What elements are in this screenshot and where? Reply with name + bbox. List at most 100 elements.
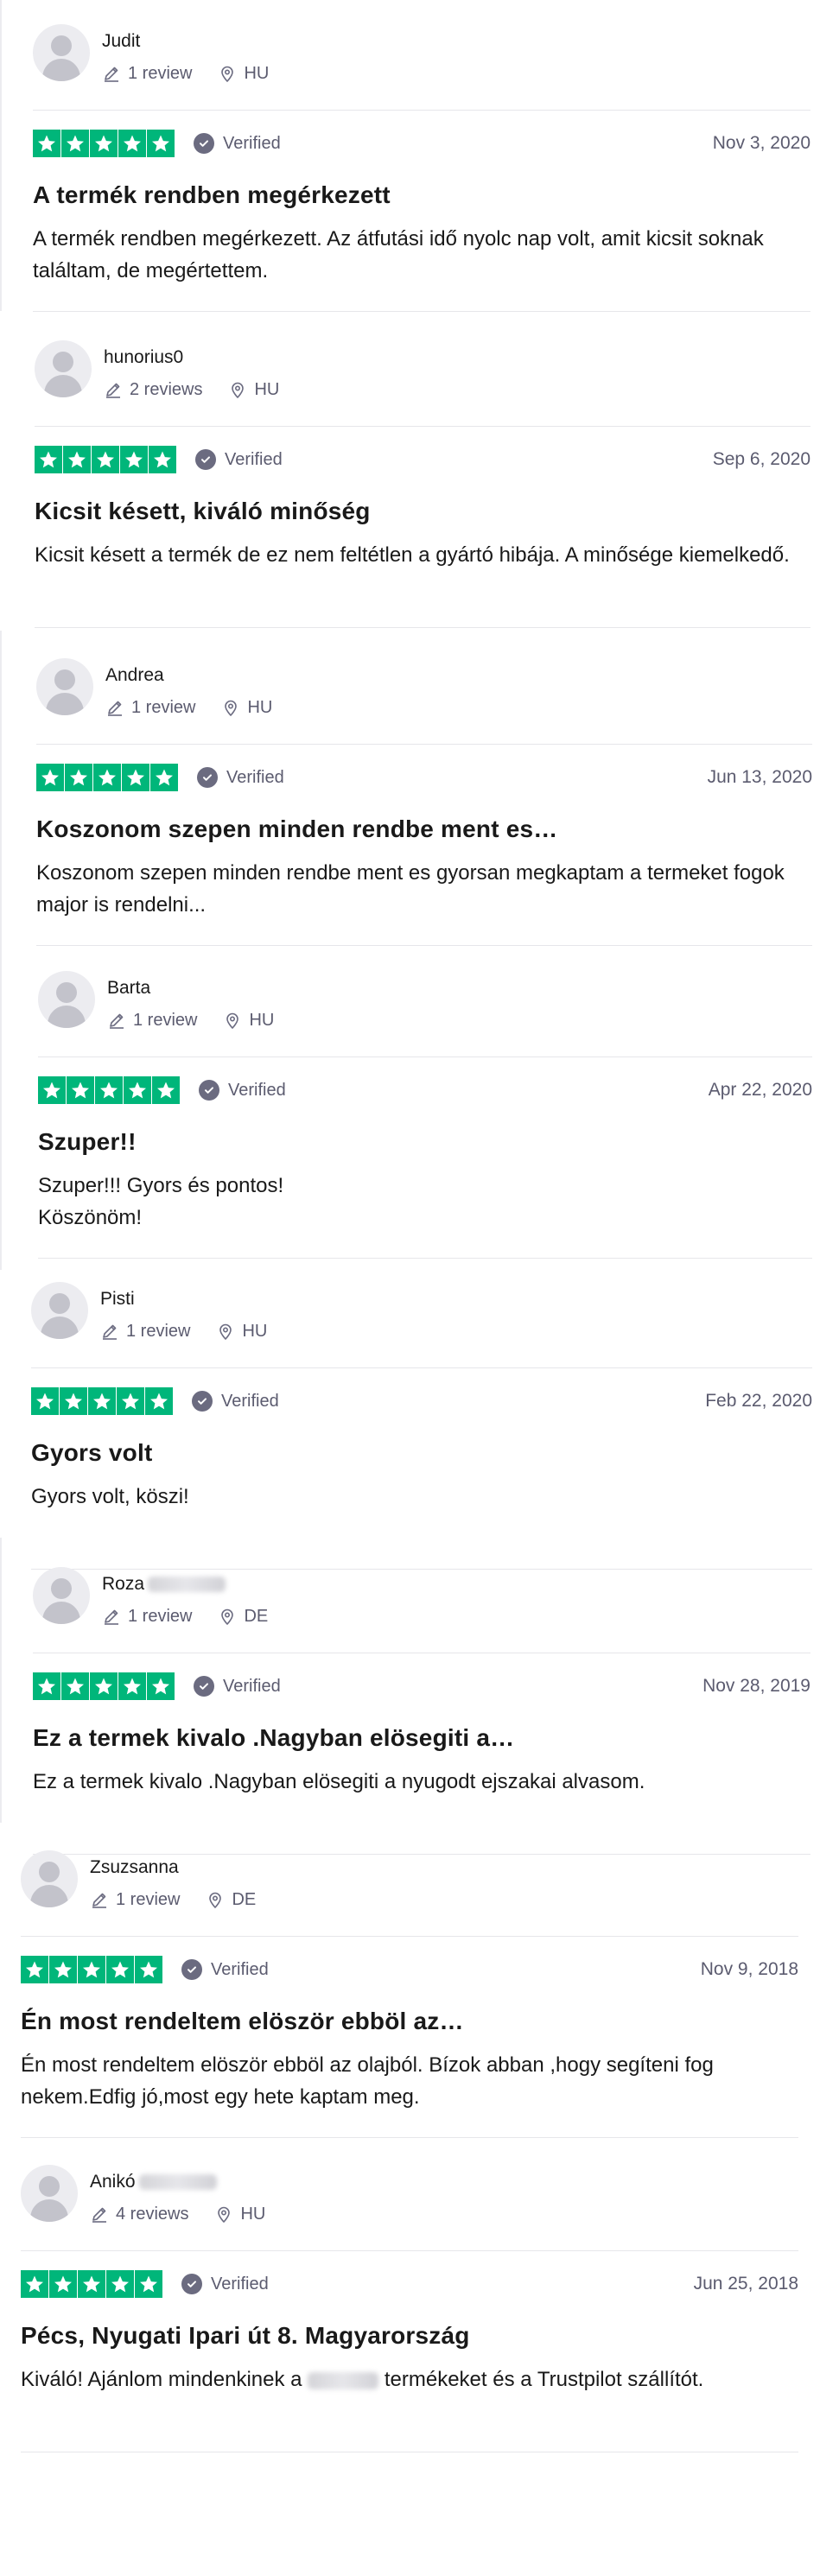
- divider: [38, 1056, 812, 1057]
- pencil-icon: [102, 64, 121, 83]
- review-title[interactable]: Ez a termek kivalo .Nagyban elösegiti a…: [33, 1724, 514, 1752]
- user-avatar-icon[interactable]: [21, 1850, 78, 1907]
- review-title[interactable]: Pécs, Nyugati Ipari út 8. Magyarország: [21, 2322, 470, 2350]
- reviewer-name[interactable]: Zsuzsanna: [90, 1857, 179, 1878]
- divider: [33, 311, 810, 312]
- review-date: Nov 3, 2020: [712, 133, 810, 153]
- verified-badge[interactable]: Verified: [199, 1080, 286, 1101]
- country-code: HU: [249, 1011, 275, 1030]
- reviewer-name[interactable]: Judit: [102, 31, 140, 52]
- pencil-icon: [105, 698, 124, 717]
- star-icon: [78, 1956, 105, 1983]
- pencil-icon: [100, 1322, 119, 1341]
- review-date: Nov 28, 2019: [702, 1676, 810, 1696]
- verified-badge[interactable]: Verified: [181, 1959, 269, 1980]
- star-icon: [21, 2270, 48, 2298]
- review-count: 1 review: [133, 1011, 198, 1030]
- verified-label: Verified: [223, 1676, 281, 1696]
- star-icon: [135, 1956, 162, 1983]
- redacted-brand: [308, 2371, 379, 2389]
- review-card: Anikó 4 reviews HU Verified Jun 25, 2018 Pécs…: [0, 2141, 820, 2459]
- review-title[interactable]: Én most rendeltem elöször ebböl az…: [21, 2008, 464, 2035]
- user-avatar-icon[interactable]: [33, 24, 90, 81]
- review-body-part: Kiváló! Ajánlom mindenkinek a: [21, 2368, 308, 2391]
- star-icon: [65, 764, 92, 791]
- reviewer-name[interactable]: Andrea: [105, 665, 164, 686]
- checkmark-circle-icon: [199, 1080, 219, 1101]
- star-icon: [49, 2270, 77, 2298]
- star-icon: [106, 2270, 134, 2298]
- review-title[interactable]: Koszonom szepen minden rendbe ment es…: [36, 815, 557, 843]
- star-rating: [36, 764, 179, 791]
- review-title[interactable]: Gyors volt: [31, 1439, 152, 1467]
- checkmark-circle-icon: [195, 449, 216, 470]
- reviewer-location: DE: [218, 1607, 268, 1626]
- review-count: 1 review: [128, 1607, 193, 1626]
- reviewer-meta: 1 review HU: [105, 698, 272, 717]
- review-card: Judit 1 review HU Verified Nov 3, 2020 A term…: [0, 0, 820, 318]
- user-avatar-icon[interactable]: [21, 2165, 78, 2222]
- pencil-icon: [107, 1011, 126, 1030]
- redacted-surname: [138, 2174, 217, 2191]
- location-pin-icon: [218, 1607, 237, 1626]
- reviewer-meta: 1 review HU: [102, 64, 269, 83]
- divider: [31, 1367, 812, 1368]
- reviewer-name-text[interactable]: Judit: [102, 31, 140, 51]
- review-count: 4 reviews: [116, 2205, 189, 2224]
- country-code: DE: [244, 1607, 269, 1626]
- rating-row: Verified Nov 9, 2018: [21, 1956, 798, 1983]
- review-card: hunorius0 2 reviews HU Verified Sep 6, 2020 K…: [0, 316, 820, 634]
- verified-badge[interactable]: Verified: [192, 1391, 279, 1412]
- reviewer-name[interactable]: Roza: [102, 1574, 226, 1595]
- star-icon: [145, 1387, 173, 1415]
- user-avatar-icon[interactable]: [35, 340, 92, 397]
- star-icon: [38, 1076, 66, 1104]
- reviewer-name-text[interactable]: Andrea: [105, 665, 164, 685]
- user-avatar-icon[interactable]: [31, 1282, 88, 1339]
- review-count: 1 review: [116, 1890, 181, 1909]
- review-date: Feb 22, 2020: [705, 1391, 812, 1411]
- reviewer-name[interactable]: Anikó: [90, 2172, 217, 2192]
- verified-badge[interactable]: Verified: [194, 1676, 281, 1697]
- divider: [21, 2250, 798, 2251]
- reviewer-name-text[interactable]: Pisti: [100, 1289, 135, 1309]
- star-icon: [21, 1956, 48, 1983]
- reviewer-info: Zsuzsanna 1 review DE: [21, 1826, 798, 1921]
- user-avatar-icon[interactable]: [36, 658, 93, 715]
- review-title[interactable]: Szuper!!: [38, 1128, 137, 1156]
- review-card: Pisti 1 review HU Verified Feb 22, 2020 Gyors…: [0, 1258, 820, 1576]
- review-date: Jun 25, 2018: [693, 2274, 798, 2294]
- left-rail: [0, 0, 2, 311]
- verified-label: Verified: [226, 767, 284, 787]
- review-title[interactable]: A termék rendben megérkezett: [33, 181, 391, 209]
- star-rating: [21, 1956, 163, 1983]
- checkmark-circle-icon: [194, 1676, 214, 1697]
- reviewer-name-text[interactable]: hunorius0: [104, 347, 183, 367]
- verified-badge[interactable]: Verified: [197, 767, 284, 788]
- country-code: HU: [254, 380, 280, 399]
- reviewer-name[interactable]: Pisti: [100, 1289, 135, 1310]
- review-card: Roza 1 review DE Verified Nov 28, 2019 Ez a t…: [0, 1543, 820, 1861]
- reviewer-name-text[interactable]: Barta: [107, 978, 150, 998]
- reviewer-name[interactable]: hunorius0: [104, 347, 183, 368]
- user-avatar-icon[interactable]: [33, 1567, 90, 1624]
- review-body: Koszonom szepen minden rendbe ment es gy…: [36, 857, 812, 921]
- verified-badge[interactable]: Verified: [195, 449, 283, 470]
- review-body-part: A termék rendben megérkezett. Az átfutás…: [33, 227, 764, 282]
- reviewer-name-text[interactable]: Zsuzsanna: [90, 1857, 179, 1877]
- star-icon: [135, 2270, 162, 2298]
- reviewer-name-text[interactable]: Anikó: [90, 2172, 136, 2192]
- user-avatar-icon[interactable]: [38, 971, 95, 1028]
- reviewer-name[interactable]: Barta: [107, 978, 150, 999]
- star-icon: [78, 2270, 105, 2298]
- reviewer-name-text[interactable]: Roza: [102, 1574, 144, 1594]
- star-icon: [33, 130, 60, 157]
- rating-row: Verified Sep 6, 2020: [35, 446, 810, 473]
- verified-badge[interactable]: Verified: [194, 133, 281, 154]
- verified-badge[interactable]: Verified: [181, 2274, 269, 2294]
- review-body-part: Szuper!!! Gyors és pontos! Köszönöm!: [38, 1174, 284, 1229]
- star-rating: [31, 1387, 174, 1415]
- divider: [21, 1936, 798, 1937]
- star-rating: [21, 2270, 163, 2298]
- review-title[interactable]: Kicsit késett, kiváló minőség: [35, 498, 371, 525]
